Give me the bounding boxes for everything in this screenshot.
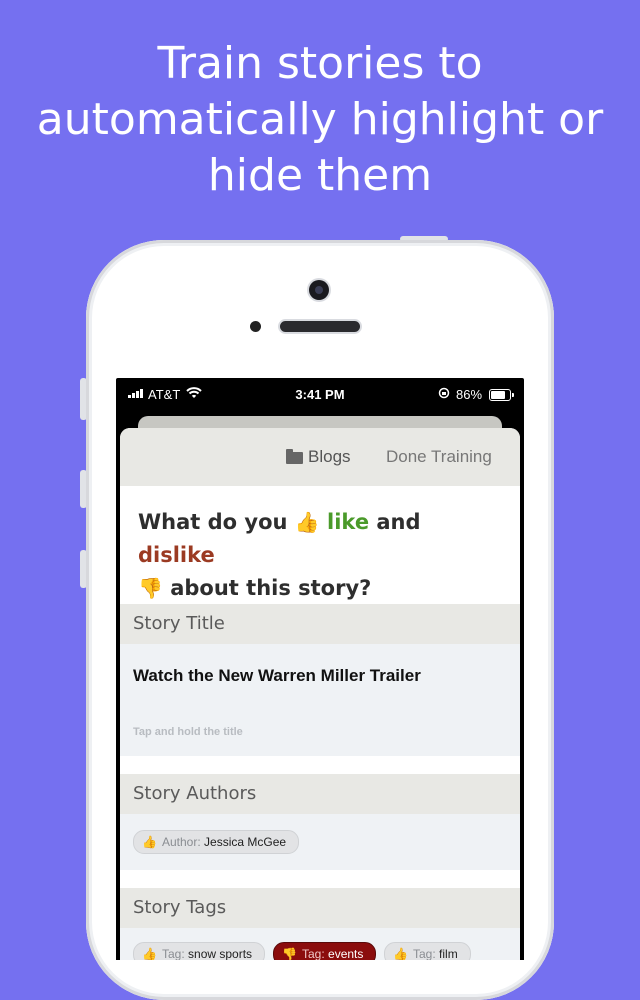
sheet-toolbar: Blogs Done Training [120, 428, 520, 486]
thumbs-up-icon: 👍 [142, 947, 157, 960]
training-sheet: Blogs Done Training What do you 👍 like a… [120, 428, 520, 960]
story-tags-header: Story Tags [120, 888, 520, 928]
tag-chip-value: snow sports [188, 947, 253, 960]
status-bar: AT&T 3:41 PM 86% [116, 378, 524, 412]
question-part-1: What do you [138, 510, 288, 534]
tag-chip-key: Tag: [162, 947, 185, 960]
thumbs-up-icon: 👍 [393, 947, 408, 960]
rotation-lock-icon [438, 387, 450, 402]
phone-screen: AT&T 3:41 PM 86% Blogs Done Training Wha… [116, 378, 524, 960]
story-title-header: Story Title [120, 604, 520, 644]
story-title-section: Watch the New Warren Miller Trailer Tap … [120, 644, 520, 756]
thumbs-up-icon: 👍 [294, 510, 320, 534]
headline-line-3: hide them [207, 150, 433, 201]
earpiece-speaker [280, 321, 360, 332]
training-question: What do you 👍 like and dislike 👎 about t… [120, 486, 520, 604]
proximity-sensor [250, 321, 261, 332]
tag-chip-events[interactable]: 👎 Tag: events [273, 942, 377, 960]
headline: Train stories to automatically highlight… [0, 36, 640, 204]
headline-line-2: automatically highlight or [36, 94, 604, 145]
story-authors-header: Story Authors [120, 774, 520, 814]
like-word: like [327, 510, 370, 534]
done-training-button[interactable]: Done Training [386, 447, 492, 467]
folder-icon [286, 449, 303, 464]
dislike-word: dislike [138, 543, 215, 567]
headline-line-1: Train stories to [157, 38, 483, 89]
thumbs-up-icon: 👍 [142, 835, 157, 849]
tag-chip-key: Tag: [302, 947, 325, 960]
camera-icon [309, 280, 329, 300]
battery-percent: 86% [456, 387, 483, 402]
battery-icon [489, 389, 514, 401]
question-part-2: about this story? [170, 576, 372, 600]
thumbs-down-icon: 👎 [282, 947, 297, 960]
story-title-text[interactable]: Watch the New Warren Miller Trailer [133, 666, 421, 686]
tag-chip-value: film [439, 947, 458, 960]
author-chip-key: Author: [162, 835, 201, 849]
story-authors-section: 👍 Author: Jessica McGee [120, 814, 520, 870]
thumbs-down-icon: 👎 [138, 576, 163, 600]
tag-chip-key: Tag: [413, 947, 436, 960]
blogs-button[interactable]: Blogs [286, 447, 351, 467]
blogs-button-label: Blogs [308, 447, 351, 466]
tag-chip-value: events [328, 947, 364, 960]
tag-chip-film[interactable]: 👍 Tag: film [384, 942, 471, 960]
story-title-hint: Tap and hold the title [133, 726, 243, 738]
tag-chip-snow-sports[interactable]: 👍 Tag: snow sports [133, 942, 266, 960]
author-chip[interactable]: 👍 Author: Jessica McGee [133, 830, 300, 854]
author-chip-value: Jessica McGee [204, 835, 287, 849]
story-tags-section: 👍 Tag: snow sports 👎 Tag: events 👍 Tag: … [120, 928, 520, 960]
question-and: and [376, 510, 421, 534]
